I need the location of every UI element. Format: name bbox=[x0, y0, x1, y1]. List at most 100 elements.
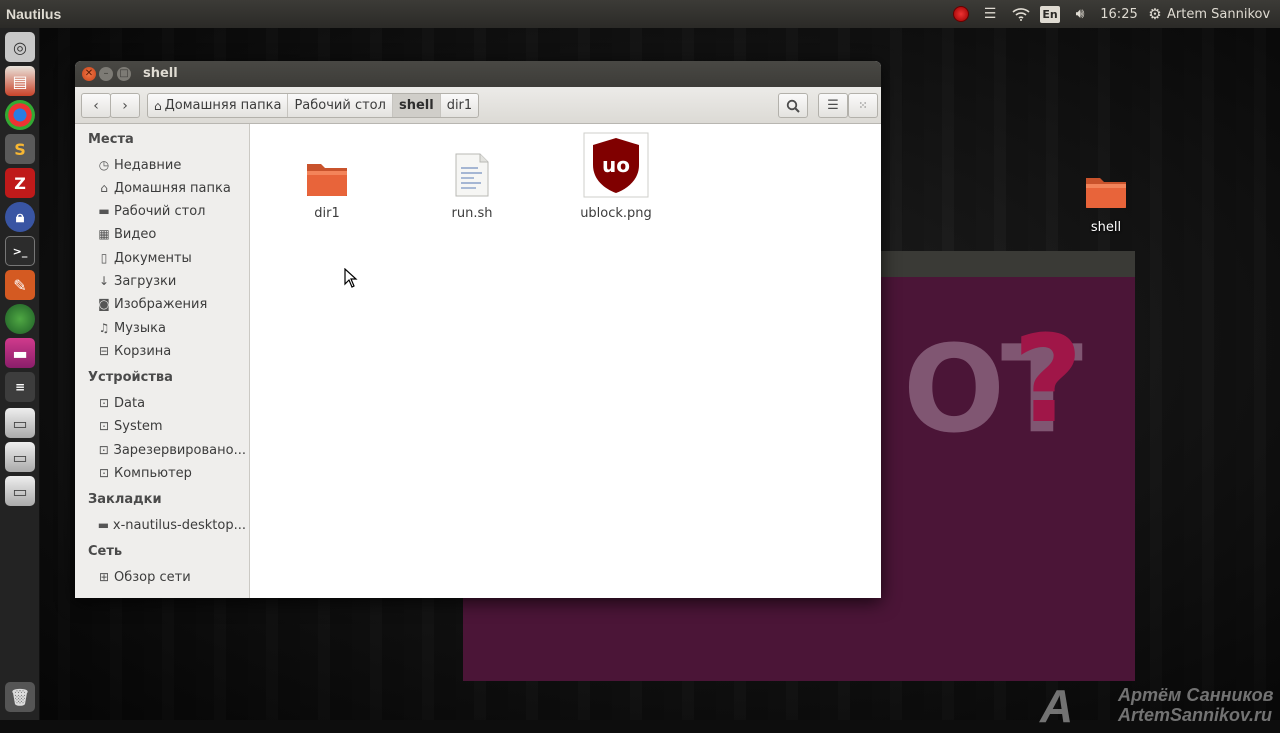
folder-icon: ▬ bbox=[97, 518, 110, 532]
terminal-alt-icon[interactable]: ≡ bbox=[5, 372, 35, 402]
sublime-text-icon[interactable]: S bbox=[5, 134, 35, 164]
window-titlebar[interactable]: ✕ – □ shell bbox=[75, 61, 881, 87]
network-icon: ⊞ bbox=[98, 570, 110, 584]
minimize-icon[interactable]: – bbox=[99, 67, 113, 81]
sidebar-section-bookmarks: Закладки bbox=[88, 492, 162, 507]
sidebar-item-data[interactable]: ⊡ Data bbox=[96, 393, 246, 413]
sidebar-item-label: Корзина bbox=[114, 343, 172, 359]
gear-icon[interactable]: ⚙ bbox=[1146, 5, 1164, 23]
drive-icon[interactable]: ▭ bbox=[5, 408, 35, 438]
home-icon: ⌂ bbox=[100, 181, 108, 195]
sidebar-item-music[interactable]: ♫ Музыка bbox=[96, 318, 246, 338]
breadcrumb-home-label: Домашняя папка bbox=[164, 98, 282, 113]
sidebar-item-system[interactable]: ⊡ System bbox=[96, 416, 246, 436]
chevron-left-icon: ‹ bbox=[93, 97, 99, 114]
sidebar-item-desktop[interactable]: ▬ Рабочий стол bbox=[96, 201, 246, 221]
sidebar-item-label: Изображения bbox=[114, 296, 208, 312]
drive-icon[interactable]: ▭ bbox=[5, 476, 35, 506]
breadcrumb-home[interactable]: ⌂ Домашняя папка bbox=[148, 94, 289, 117]
back-button[interactable]: ‹ bbox=[81, 93, 111, 118]
sidebar-item-label: Видео bbox=[114, 226, 157, 242]
breadcrumb-dir1[interactable]: dir1 bbox=[441, 94, 478, 117]
sidebar-item-label: System bbox=[114, 418, 163, 434]
search-button[interactable] bbox=[778, 93, 808, 118]
sidebar-item-label: Документы bbox=[114, 250, 192, 266]
sidebar-item-video[interactable]: ▦ Видео bbox=[96, 224, 246, 244]
breadcrumb-shell[interactable]: shell bbox=[392, 94, 441, 117]
close-icon[interactable]: ✕ bbox=[82, 67, 96, 81]
breadcrumb: ⌂ Домашняя папка Рабочий стол shell dir1 bbox=[147, 93, 480, 118]
sidebar-item-label: Загрузки bbox=[114, 273, 177, 289]
sidebar-item-label: Зарезервировано... bbox=[113, 442, 246, 458]
user-name[interactable]: Artem Sannikov bbox=[1167, 5, 1277, 23]
grid-view-button[interactable]: ⁙ bbox=[848, 93, 878, 118]
sidebar-item-recent[interactable]: ◷ Недавние bbox=[96, 155, 246, 175]
browser-globe-icon[interactable] bbox=[5, 304, 35, 334]
sidebar-item-label: Обзор сети bbox=[114, 569, 191, 585]
sidebar-item-bookmark[interactable]: ▬ x-nautilus-desktop... bbox=[96, 515, 246, 535]
sidebar-item-documents[interactable]: ▯ Документы bbox=[96, 248, 246, 268]
keyboard-layout-indicator[interactable]: En bbox=[1040, 6, 1060, 23]
volume-icon[interactable]: 🔊︎ bbox=[1069, 5, 1091, 23]
maximize-icon[interactable]: □ bbox=[117, 67, 131, 81]
desktop-folder-label: shell bbox=[1090, 220, 1122, 235]
list-icon: ☰ bbox=[827, 98, 839, 113]
ublock-image-icon: uo bbox=[583, 132, 649, 198]
home-icon: ⌂ bbox=[154, 98, 162, 113]
clock-icon: ◷ bbox=[98, 158, 110, 172]
watermark-line1: Артём Санников bbox=[1118, 685, 1274, 705]
sidebar-item-computer[interactable]: ⊡ Компьютер bbox=[96, 463, 246, 483]
svg-text:uo: uo bbox=[602, 153, 630, 177]
sidebar-item-label: Музыка bbox=[114, 320, 166, 336]
vpn-lock-icon[interactable]: 🔒︎ bbox=[5, 202, 35, 232]
messaging-menu-icon[interactable]: ☰ bbox=[980, 5, 1000, 23]
watermark-logo: A bbox=[1040, 680, 1074, 732]
sidebar-item-network[interactable]: ⊞ Обзор сети bbox=[96, 567, 246, 587]
chrome-icon[interactable] bbox=[5, 100, 35, 130]
sidebar-item-trash[interactable]: ⊟ Корзина bbox=[96, 341, 246, 361]
clock[interactable]: 16:25 bbox=[1100, 5, 1138, 23]
sidebar-item-pictures[interactable]: ◙ Изображения bbox=[96, 294, 246, 314]
files-app-icon[interactable]: ▤ bbox=[5, 66, 35, 96]
file-name: run.sh bbox=[451, 206, 493, 221]
drive-icon: ⊡ bbox=[98, 419, 110, 433]
sidebar-item-home[interactable]: ⌂ Домашняя папка bbox=[96, 178, 246, 198]
app-name[interactable]: Nautilus bbox=[6, 6, 61, 22]
file-name: dir1 bbox=[314, 206, 340, 221]
desktop-folder-shell[interactable]: shell bbox=[1080, 172, 1132, 235]
folder-icon bbox=[1086, 178, 1126, 208]
sidebar-item-label: Домашняя папка bbox=[114, 180, 231, 196]
file-item-run-sh[interactable]: run.sh bbox=[427, 152, 517, 221]
drive-icon[interactable]: ▭ bbox=[5, 442, 35, 472]
script-file-icon bbox=[455, 153, 489, 197]
file-item-dir1[interactable]: dir1 bbox=[282, 158, 372, 221]
settings-tools-icon[interactable]: ✎ bbox=[5, 270, 35, 300]
terminal-icon[interactable]: >_ bbox=[5, 236, 35, 266]
sidebar-item-label: Рабочий стол bbox=[114, 203, 206, 219]
forward-button[interactable]: › bbox=[110, 93, 140, 118]
sidebar-section-devices: Устройства bbox=[88, 370, 173, 385]
sidebar-item-downloads[interactable]: ↓ Загрузки bbox=[96, 271, 246, 291]
dash-home-icon[interactable]: ◎ bbox=[5, 32, 35, 62]
filezilla-icon[interactable]: Z bbox=[5, 168, 35, 198]
music-icon: ♫ bbox=[98, 321, 110, 335]
desktop-folder-icon: ▬ bbox=[98, 204, 110, 218]
download-icon: ↓ bbox=[98, 274, 110, 288]
film-icon: ▦ bbox=[98, 227, 110, 241]
record-indicator-icon[interactable] bbox=[951, 5, 971, 23]
trash-icon: ⊟ bbox=[98, 344, 110, 358]
breadcrumb-desktop[interactable]: Рабочий стол bbox=[288, 94, 393, 117]
mouse-cursor-icon bbox=[344, 267, 358, 292]
search-icon bbox=[786, 99, 800, 113]
software-center-icon[interactable]: ▬ bbox=[5, 338, 35, 368]
file-item-ublock-png[interactable]: uo ublock.png bbox=[571, 132, 661, 221]
document-icon: ▯ bbox=[100, 251, 108, 265]
sidebar-section-network: Сеть bbox=[88, 544, 123, 559]
wifi-icon[interactable] bbox=[1010, 5, 1032, 23]
sidebar-item-reserved[interactable]: ⊡ Зарезервировано... bbox=[96, 440, 246, 460]
nautilus-window: ✕ – □ shell ‹ › ⌂ Домашняя папка Рабочий… bbox=[75, 61, 881, 598]
trash-icon[interactable]: 🗑︎ bbox=[5, 682, 35, 712]
file-name: ublock.png bbox=[580, 206, 652, 221]
list-view-button[interactable]: ☰ bbox=[818, 93, 848, 118]
drive-icon: ⊡ bbox=[98, 443, 109, 457]
